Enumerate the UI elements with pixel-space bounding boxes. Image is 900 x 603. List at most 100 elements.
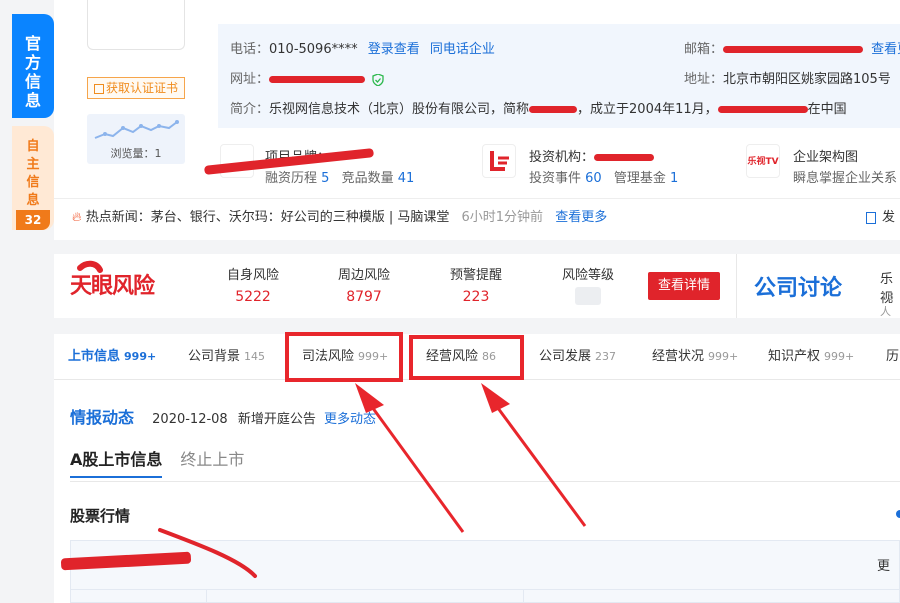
fund-count[interactable]: 1 — [670, 171, 678, 186]
risk-detail-button[interactable]: 查看详情 — [648, 272, 720, 300]
intel-feed: 情报动态 2020-12-08 新增开庭公告 更多动态 — [70, 404, 376, 428]
same-phone-link[interactable]: 同电话企业 — [430, 42, 495, 57]
publish-label: 发 — [882, 210, 896, 225]
tab-count: 999+ — [124, 350, 157, 363]
financing-row: 融资历程 5 竞品数量 41 — [265, 167, 414, 186]
views-label: 浏览量：1 — [110, 147, 162, 160]
le-logo-icon — [490, 151, 509, 171]
redacted-date — [717, 106, 808, 113]
tab-count: 999+ — [824, 350, 855, 363]
around-risk-label: 周边风险 — [338, 268, 391, 283]
competitor-count[interactable]: 41 — [398, 171, 415, 186]
fund-label: 管理基金 — [613, 171, 666, 186]
phone-label: 电话： — [230, 42, 270, 57]
invest-events-label: 投资事件 — [529, 171, 582, 186]
around-risk-value: 8797 — [346, 289, 382, 305]
intel-date: 2020-12-08 — [152, 412, 228, 427]
investment-title[interactable]: 投资机构： — [529, 146, 655, 165]
intro-row: 简介：乐视网信息技术（北京）股份有限公司，简称 ，成立于2004年11月， 在中国 — [230, 98, 847, 117]
intro-label: 简介： — [230, 102, 270, 117]
email-more-link[interactable]: 查看更 — [871, 42, 900, 57]
tab-intellectual-property[interactable]: 知识产权 999+ — [768, 334, 854, 380]
risk-level-blur — [575, 287, 601, 305]
fire-icon: 🔥︎ — [72, 210, 82, 225]
views-sparkline: 浏览量：1 — [87, 114, 185, 164]
verified-shield-icon — [372, 73, 384, 86]
redacted-email — [723, 46, 864, 53]
email-label: 邮箱： — [684, 42, 724, 57]
phone-row: 电话：010-5096**** 登录查看 同电话企业 — [230, 38, 495, 57]
hot-news-label: 热点新闻： — [85, 210, 151, 225]
stock-table-row-divider — [71, 589, 900, 590]
subtab-a-share[interactable]: A股上市信息 — [70, 446, 163, 478]
page: 官方信息 自主信息 32 获取认证证书 浏览量：1 电话：010-5096***… — [0, 0, 900, 603]
contact-panel: 电话：010-5096**** 登录查看 同电话企业 邮箱： 查看更 网址： 地… — [218, 24, 900, 128]
stock-table-more[interactable]: 更 — [877, 555, 890, 574]
stock-refresh-dot-icon — [896, 510, 900, 518]
risk-level-label: 风险等级 — [562, 268, 615, 283]
tab-count: 999+ — [708, 350, 739, 363]
financing-count[interactable]: 5 — [321, 171, 329, 186]
tab-history[interactable]: 历 — [886, 334, 899, 380]
listing-subtabs: A股上市信息 终止上市 — [70, 446, 244, 478]
risk-divider — [736, 254, 737, 318]
company-logo — [87, 0, 185, 50]
org-chart-desc: 瞬息掌握企业关系 — [793, 171, 898, 186]
certificate-icon — [93, 83, 104, 94]
tab-company-development[interactable]: 公司发展 237 — [539, 334, 616, 380]
intro-text-a: 乐视网信息技术（北京）股份有限公司，简称 — [269, 102, 530, 117]
company-detail-card: 上市信息 999+ 公司背景 145 司法风险 999+ 经营风险 86 公司发展 237… — [54, 332, 900, 603]
stock-quote-table: 更 — [60, 540, 900, 603]
login-view-link[interactable]: 登录查看 — [368, 42, 420, 57]
hot-news-text[interactable]: 茅台、银行、沃尔玛：好公司的三种模版 | 马脑课堂 — [151, 210, 450, 225]
publish-action[interactable]: 发 — [866, 199, 895, 237]
intro-text-c: 在中国 — [807, 102, 847, 117]
stock-quote-title: 股票行情 — [70, 507, 131, 525]
invest-events-count[interactable]: 60 — [585, 171, 602, 186]
around-risk[interactable]: 周边风险 8797 — [338, 264, 390, 305]
org-chart-title[interactable]: 企业架构图 — [793, 146, 858, 165]
risk-logo-b: 风险 — [112, 274, 155, 299]
tianyan-risk-logo: 天眼风险 — [70, 268, 155, 300]
highlight-operating-risk — [409, 335, 524, 380]
competitor-label: 竞品数量 — [341, 171, 394, 186]
alert-label: 预警提醒 — [450, 268, 503, 283]
hot-news-bar: 🔥︎ 热点新闻：茅台、银行、沃尔玛：好公司的三种模版 | 马脑课堂 6小时1分钟… — [54, 198, 900, 236]
stock-table-col-divider — [523, 589, 524, 603]
tab-company-background[interactable]: 公司背景 145 — [188, 334, 265, 380]
company-discussion-title[interactable]: 公司讨论 — [754, 270, 842, 302]
redacted-website — [269, 76, 366, 83]
website-row: 网址： — [230, 68, 384, 87]
tab-operating-status[interactable]: 经营状况 999+ — [652, 334, 738, 380]
intel-event[interactable]: 新增开庭公告 — [238, 412, 316, 427]
redacted-stock-name — [60, 551, 192, 571]
document-icon — [866, 211, 876, 224]
subtab-divider — [70, 481, 900, 482]
website-label: 网址： — [230, 72, 270, 87]
tab-label: 历 — [886, 349, 900, 364]
intel-more-link[interactable]: 更多动态 — [324, 412, 376, 427]
alert[interactable]: 预警提醒 223 — [450, 264, 502, 305]
address-value: 北京市朝阳区姚家园路105号 — [723, 72, 891, 87]
hot-news-time: 6小时1分钟前 — [461, 210, 544, 225]
self-risk[interactable]: 自身风险 5222 — [227, 264, 279, 305]
tab-label: 公司背景 — [188, 349, 241, 364]
subtab-delisted[interactable]: 终止上市 — [180, 446, 244, 476]
side-tab-self-label: 自主信息 — [26, 139, 40, 208]
investment-row: 投资事件 60 管理基金 1 — [529, 167, 678, 186]
side-tab-official[interactable]: 官方信息 — [12, 14, 54, 118]
sparkline-icon — [94, 120, 179, 139]
get-certificate-button[interactable]: 获取认证证书 — [87, 77, 185, 99]
side-tab-official-label: 官方信息 — [24, 34, 41, 110]
hot-news-more-link[interactable]: 查看更多 — [555, 210, 607, 225]
alert-value: 223 — [462, 289, 490, 305]
discussion-preview-count: 13人 — [880, 290, 894, 318]
address-row: 地址：北京市朝阳区姚家园路105号 — [684, 68, 891, 87]
risk-level[interactable]: 风险等级 — [562, 264, 614, 305]
tab-listing-info[interactable]: 上市信息 999+ — [68, 334, 156, 380]
self-risk-value: 5222 — [235, 289, 271, 305]
tab-count: 237 — [595, 350, 617, 363]
risk-logo-a: 天眼 — [70, 274, 113, 299]
redacted-short-name — [529, 106, 578, 113]
investment-icon — [482, 144, 516, 178]
